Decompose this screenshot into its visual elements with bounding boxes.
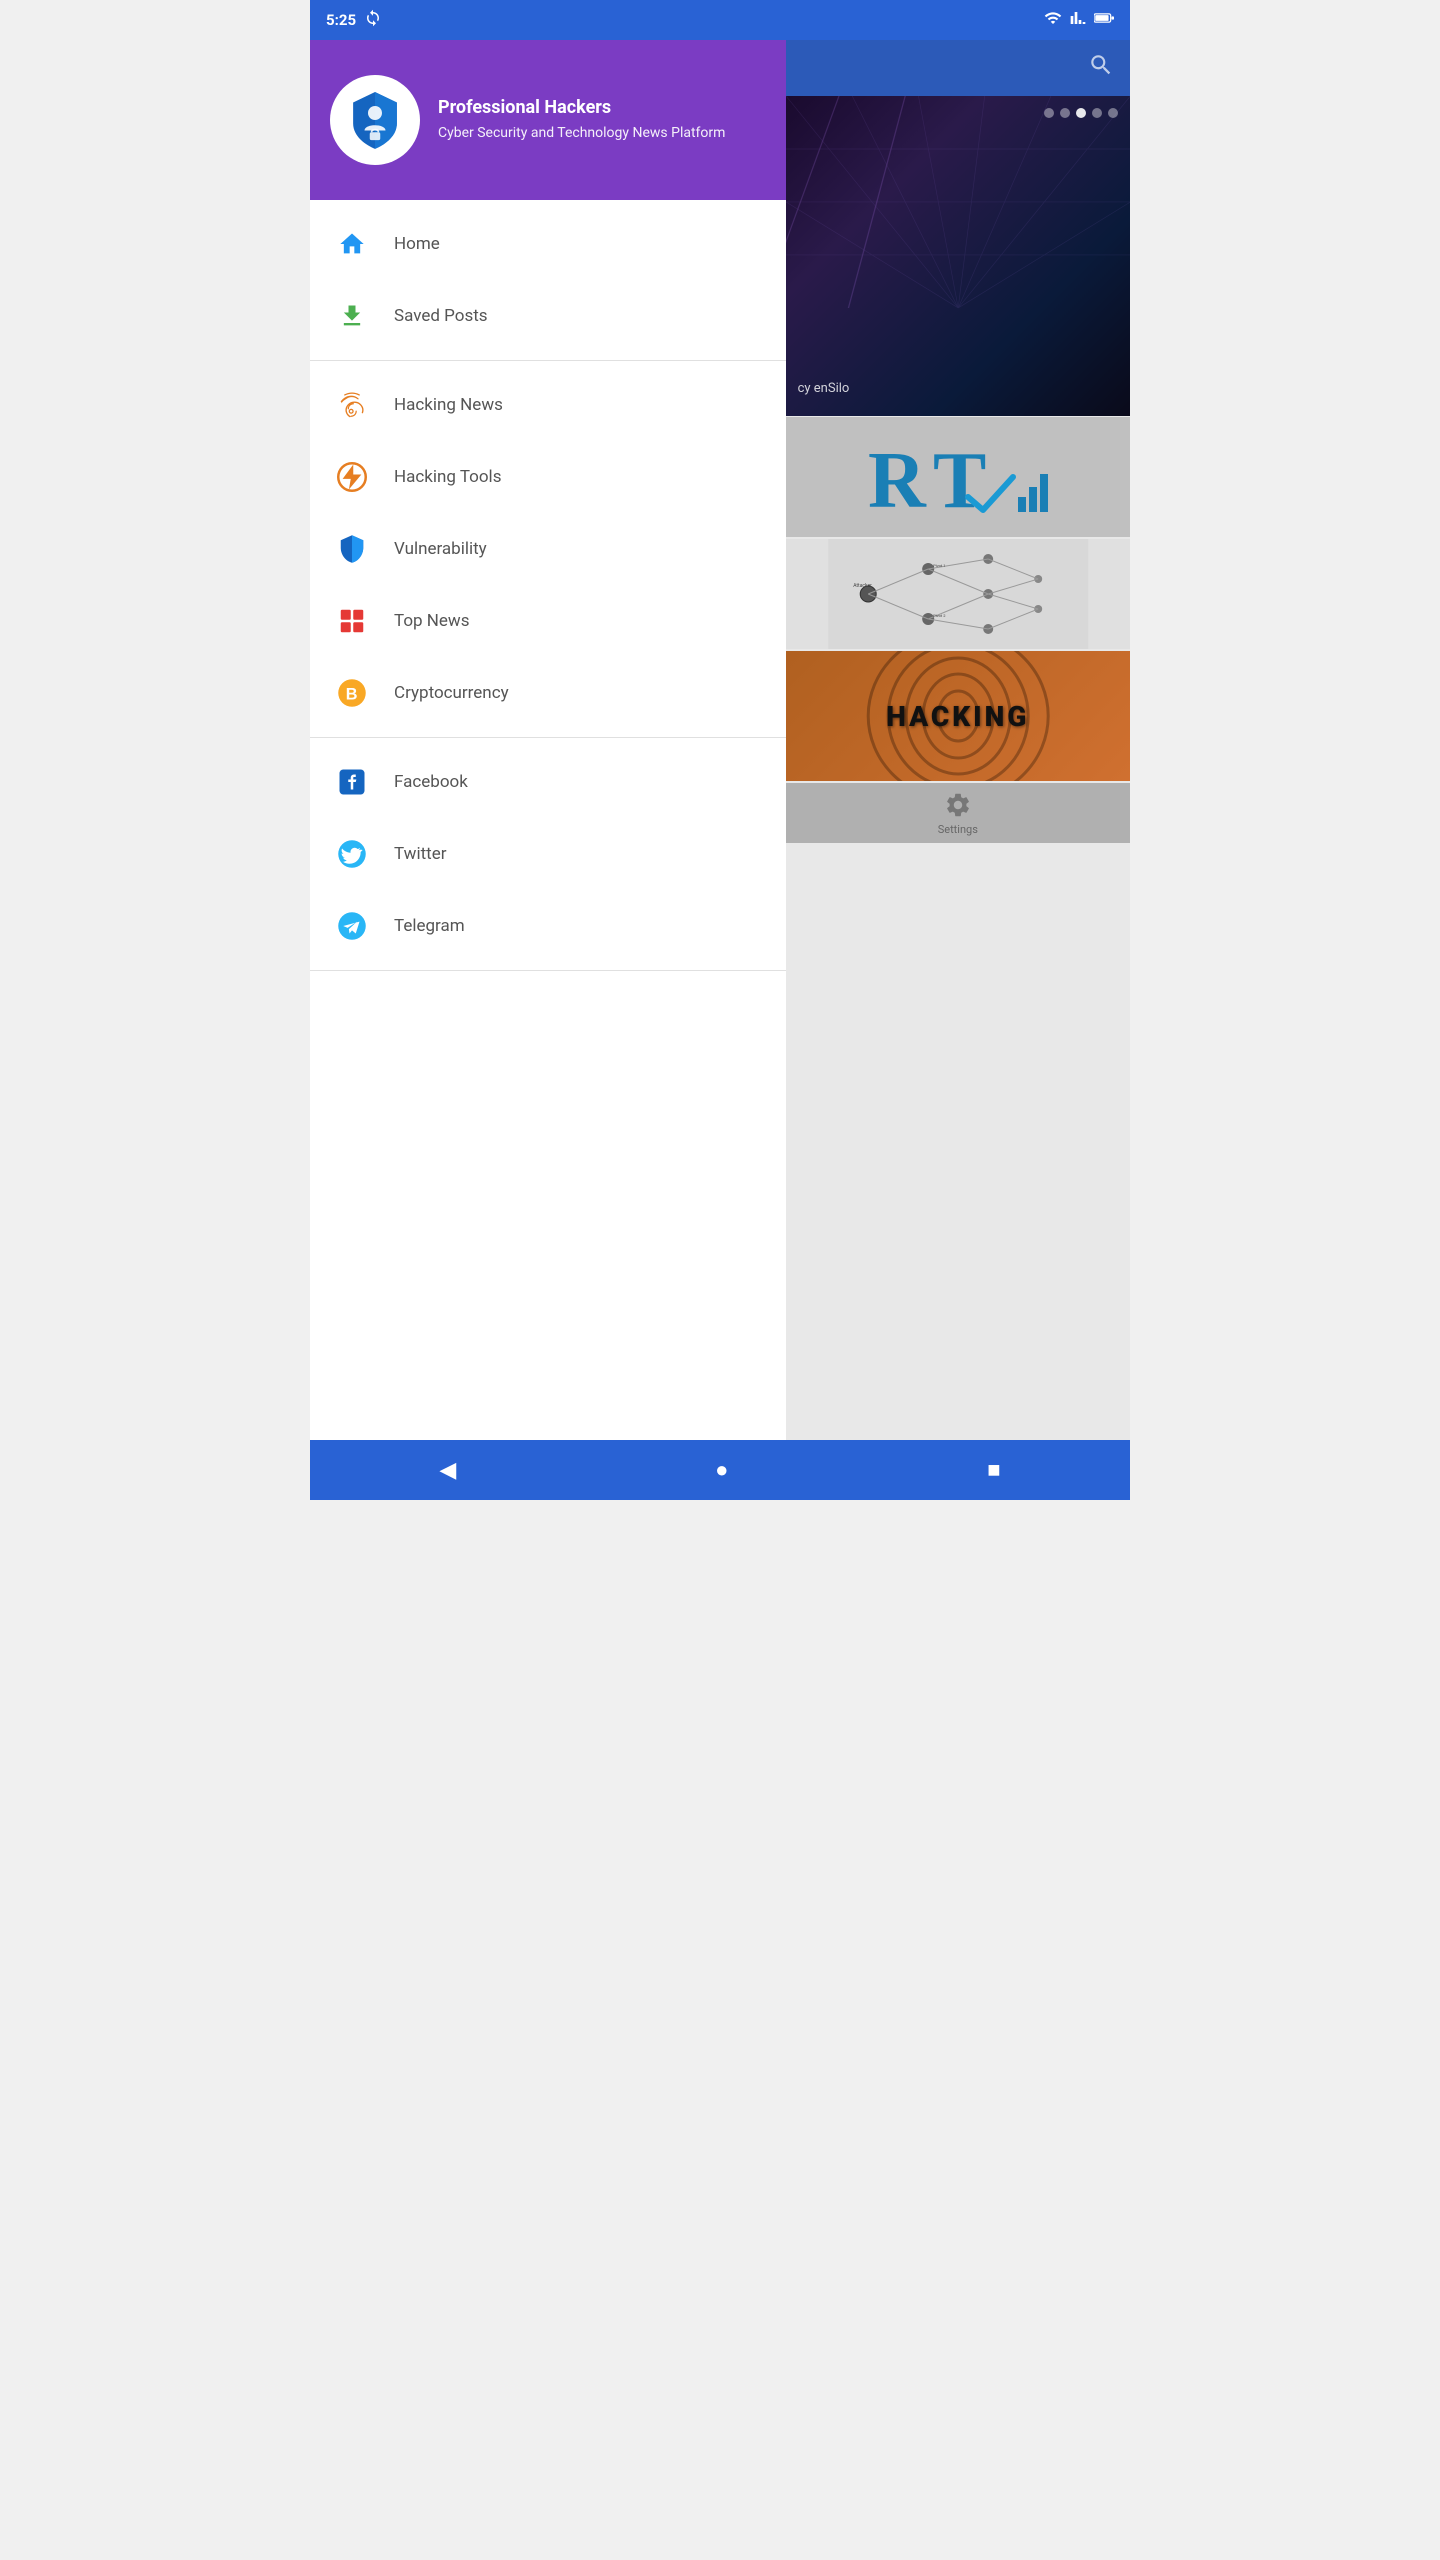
- sync-icon: [364, 9, 382, 31]
- dot-4[interactable]: [1092, 108, 1102, 118]
- status-left: 5:25: [326, 9, 382, 31]
- drawer-title: Professional Hackers Cyber Security and …: [438, 97, 725, 144]
- battery-icon: [1094, 11, 1114, 29]
- back-button[interactable]: ◀: [419, 1449, 476, 1491]
- drawer-header: Professional Hackers Cyber Security and …: [310, 40, 786, 200]
- content-topbar: [786, 40, 1130, 96]
- rt-logo: R T: [786, 417, 1130, 537]
- bolt-icon: [334, 459, 370, 495]
- home-button[interactable]: ●: [695, 1449, 748, 1491]
- banner-area: cy enSilo: [786, 96, 1130, 416]
- sidebar-item-label-top-news: Top News: [394, 611, 469, 631]
- svg-text:Attacker: Attacker: [853, 583, 872, 589]
- fingerprint-icon: [334, 387, 370, 423]
- settings-gear-icon: [944, 791, 972, 819]
- app-logo: [330, 75, 420, 165]
- sidebar-item-label-telegram: Telegram: [394, 916, 465, 936]
- card-hacking[interactable]: HACKING: [786, 651, 1130, 781]
- sidebar-item-label-vulnerability: Vulnerability: [394, 539, 487, 559]
- sidebar-item-home[interactable]: Home: [310, 208, 786, 280]
- banner-dots: [1044, 108, 1118, 118]
- sidebar-item-top-news[interactable]: Top News: [310, 585, 786, 657]
- sidebar-item-label-twitter: Twitter: [394, 844, 446, 864]
- twitter-icon: [334, 836, 370, 872]
- sidebar-item-cryptocurrency[interactable]: B Cryptocurrency: [310, 657, 786, 729]
- drawer: Professional Hackers Cyber Security and …: [310, 40, 786, 1440]
- sidebar-item-label-home: Home: [394, 234, 440, 254]
- grid-icon: [334, 603, 370, 639]
- sidebar-item-label-saved: Saved Posts: [394, 306, 488, 326]
- banner-caption: cy enSilo: [798, 381, 850, 396]
- hacking-label: HACKING: [886, 700, 1029, 733]
- app-subtitle: Cyber Security and Technology News Platf…: [438, 124, 725, 144]
- content-panel: cy enSilo R T: [786, 40, 1130, 1440]
- sidebar-item-hacking-tools[interactable]: Hacking Tools: [310, 441, 786, 513]
- drawer-section-categories: Hacking News Hacking Tools: [310, 361, 786, 738]
- svg-text:Pivot 2: Pivot 2: [933, 613, 946, 618]
- drawer-section-main: Home Saved Posts: [310, 200, 786, 361]
- dot-5[interactable]: [1108, 108, 1118, 118]
- sidebar-item-label-hacking-news: Hacking News: [394, 395, 503, 415]
- svg-text:B: B: [346, 685, 358, 703]
- banner-decoration: [786, 96, 1130, 416]
- telegram-icon: [334, 908, 370, 944]
- bitcoin-icon: B: [334, 675, 370, 711]
- card-network[interactable]: Attacker Pivot 1 Pivot 2: [786, 539, 1130, 649]
- svg-text:Pivot 1: Pivot 1: [933, 563, 945, 568]
- svg-text:R: R: [868, 437, 927, 522]
- status-right: [1044, 9, 1114, 31]
- home-icon: [334, 226, 370, 262]
- sidebar-item-label-hacking-tools: Hacking Tools: [394, 467, 501, 487]
- shield-icon: [334, 531, 370, 567]
- recent-button[interactable]: ■: [967, 1449, 1020, 1491]
- hacking-card-inner: HACKING: [786, 651, 1130, 781]
- dot-1[interactable]: [1044, 108, 1054, 118]
- sidebar-item-hacking-news[interactable]: Hacking News: [310, 369, 786, 441]
- sidebar-item-facebook[interactable]: Facebook: [310, 746, 786, 818]
- dot-3[interactable]: [1076, 108, 1086, 118]
- card-rt[interactable]: R T: [786, 417, 1130, 537]
- search-icon[interactable]: [1088, 52, 1114, 85]
- sidebar-item-saved-posts[interactable]: Saved Posts: [310, 280, 786, 352]
- sidebar-item-vulnerability[interactable]: Vulnerability: [310, 513, 786, 585]
- network-diagram: Attacker Pivot 1 Pivot 2: [786, 539, 1130, 649]
- card-settings[interactable]: Settings: [786, 783, 1130, 843]
- app-container: Professional Hackers Cyber Security and …: [310, 40, 1130, 1440]
- sidebar-item-telegram[interactable]: Telegram: [310, 890, 786, 962]
- signal-icon: [1070, 9, 1086, 31]
- drawer-section-social: Facebook Twitter Teleg: [310, 738, 786, 971]
- app-name: Professional Hackers: [438, 97, 725, 118]
- wifi-icon: [1044, 9, 1062, 31]
- sidebar-item-label-facebook: Facebook: [394, 772, 468, 792]
- sidebar-item-twitter[interactable]: Twitter: [310, 818, 786, 890]
- settings-label: Settings: [938, 823, 978, 836]
- dot-2[interactable]: [1060, 108, 1070, 118]
- status-bar: 5:25: [310, 0, 1130, 40]
- save-icon: [334, 298, 370, 334]
- banner-bg: [786, 96, 1130, 416]
- facebook-icon: [334, 764, 370, 800]
- cards-area: R T: [786, 416, 1130, 1440]
- bottom-nav: ◀ ● ■: [310, 1440, 1130, 1500]
- sidebar-item-label-crypto: Cryptocurrency: [394, 683, 509, 703]
- time-display: 5:25: [326, 11, 356, 29]
